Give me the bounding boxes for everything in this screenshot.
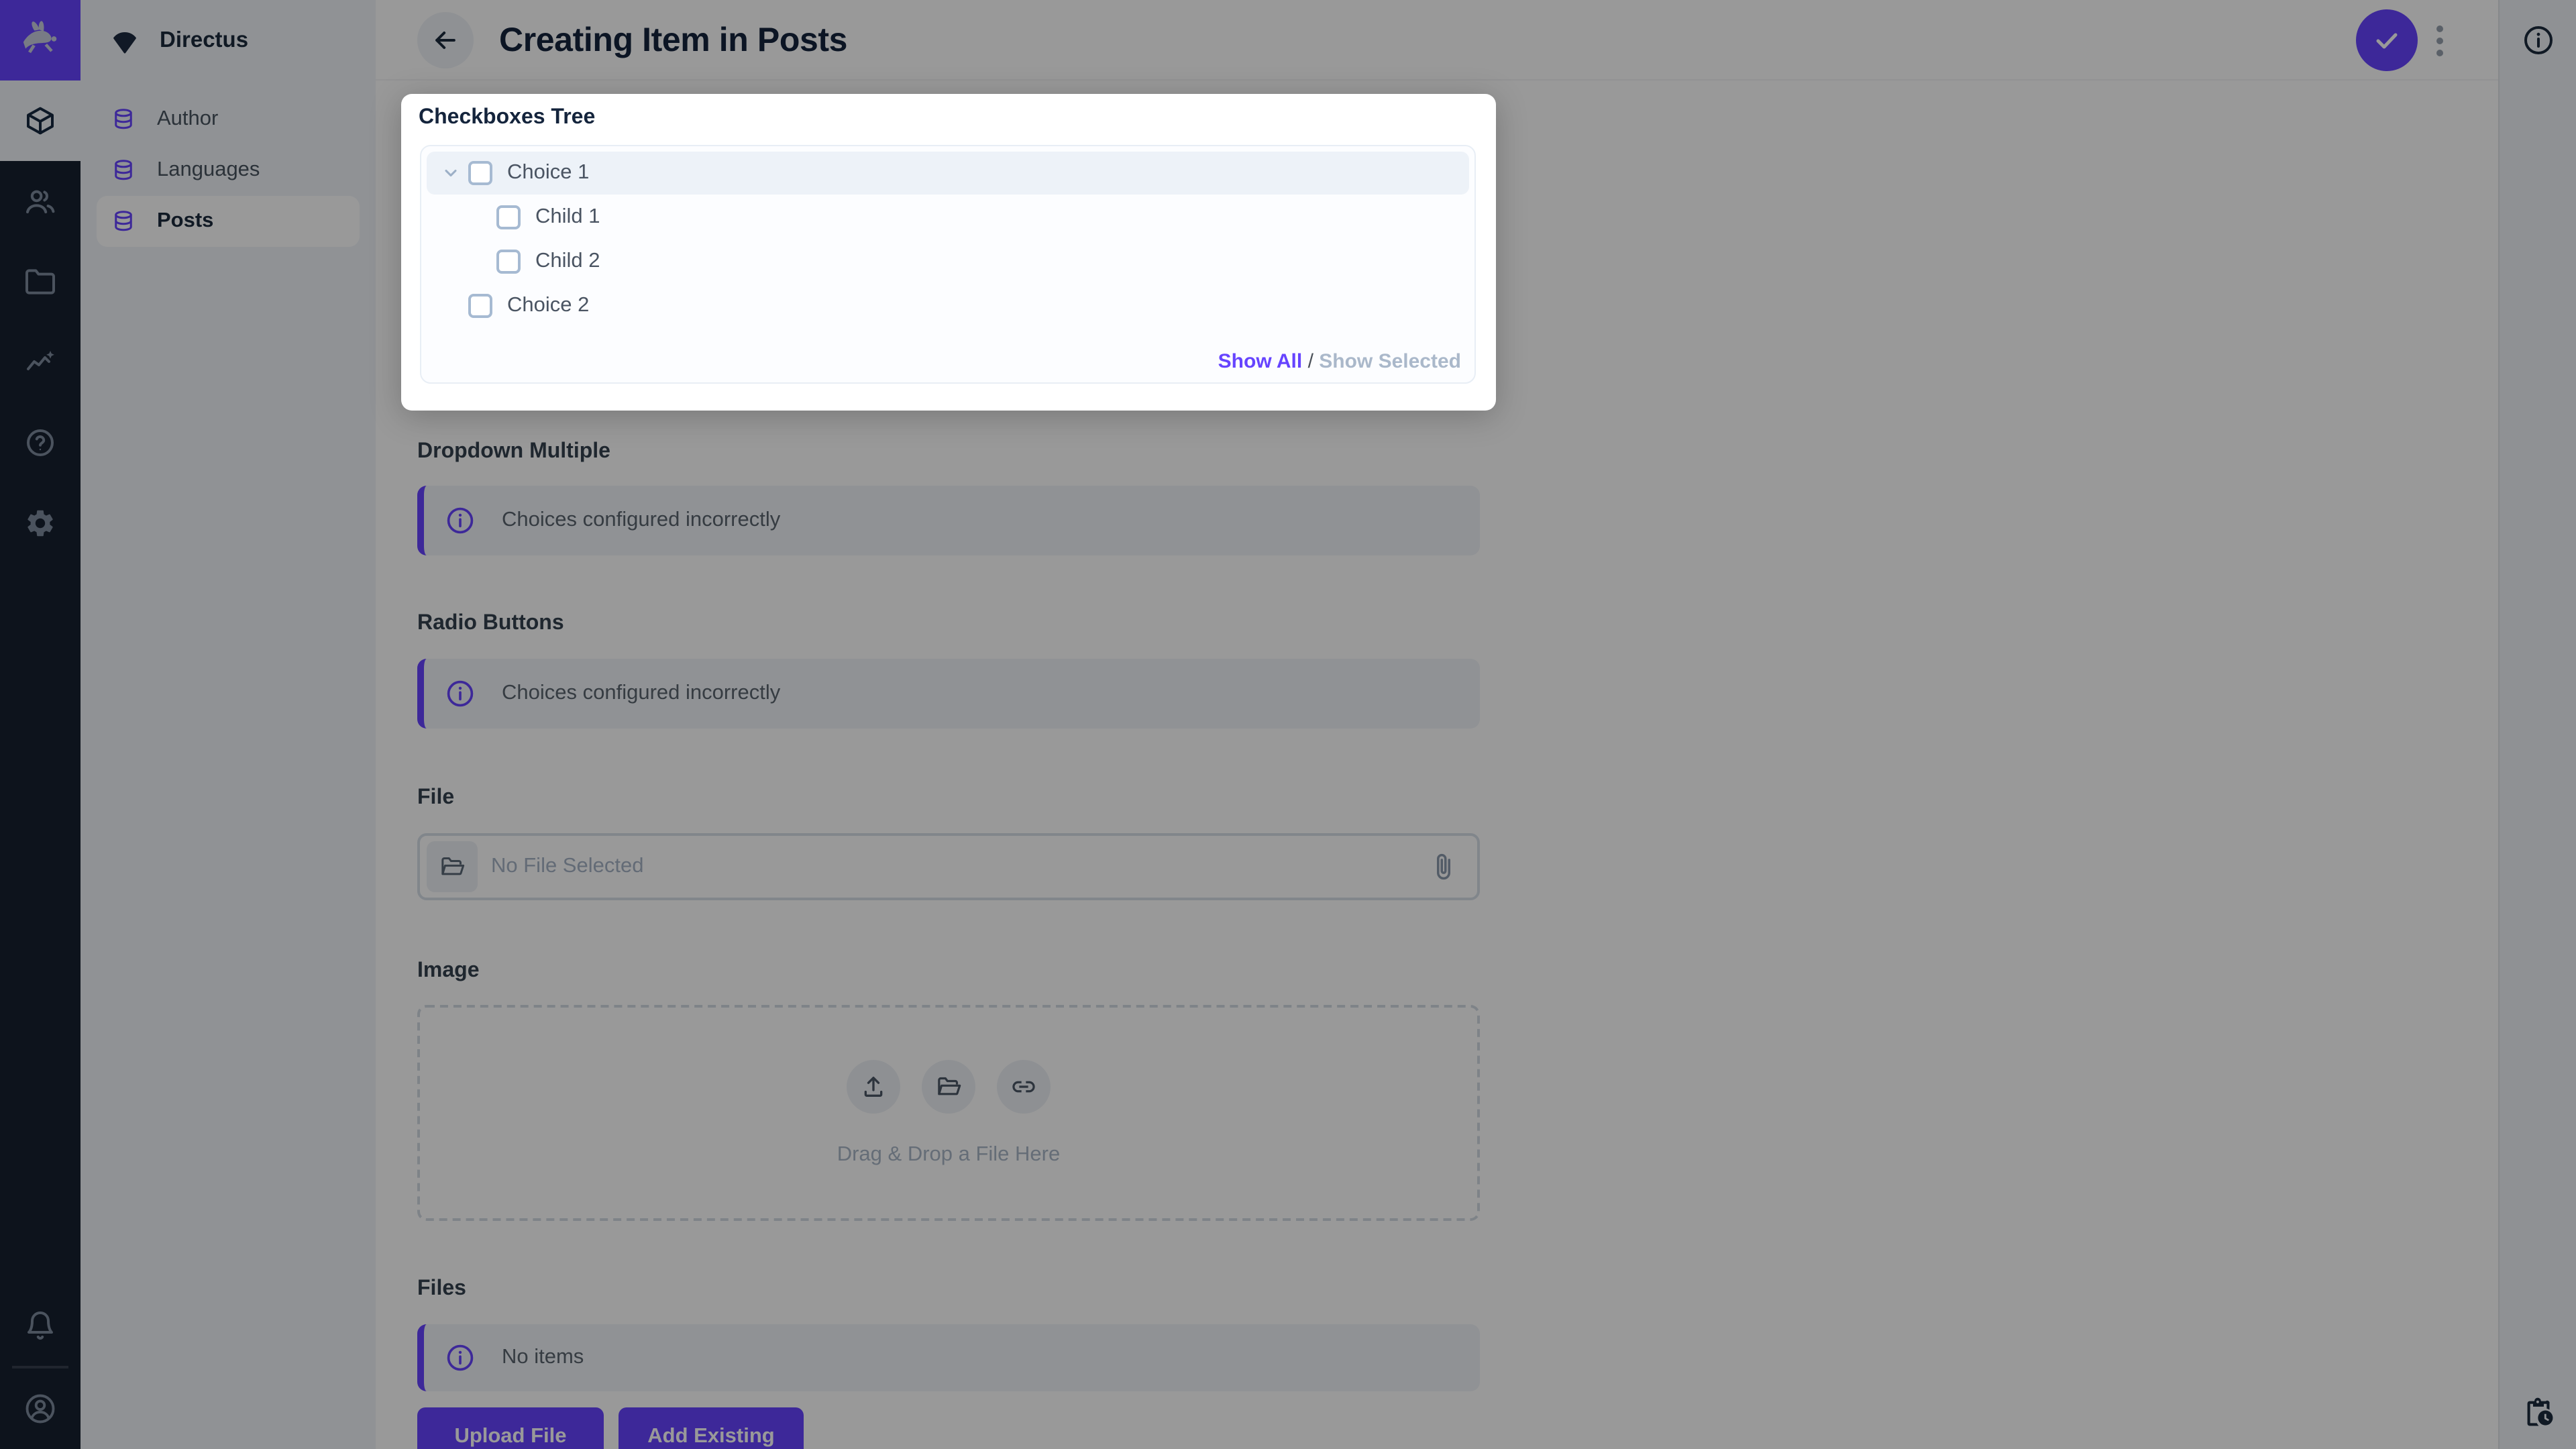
link-separator: / xyxy=(1308,350,1320,373)
directus-app: Directus Author Languages xyxy=(0,0,2576,1449)
tree-row-child-1[interactable]: Child 1 xyxy=(427,195,1469,239)
tree-row-choice-2[interactable]: Choice 2 xyxy=(427,283,1469,327)
show-all-link[interactable]: Show All xyxy=(1218,350,1303,373)
checkbox-child-2[interactable] xyxy=(496,249,521,273)
tree-footer-links: Show All / Show Selected xyxy=(1218,350,1461,373)
tree-label: Choice 2 xyxy=(507,293,589,317)
show-selected-link[interactable]: Show Selected xyxy=(1319,350,1461,373)
tree-label: Child 1 xyxy=(535,205,600,229)
checkbox-choice-2[interactable] xyxy=(468,293,492,317)
checkboxes-tree-popover: Checkboxes Tree Choice 1 Child 1 Child 2 xyxy=(401,94,1496,411)
chevron-placeholder xyxy=(441,296,460,315)
chevron-down-icon[interactable] xyxy=(441,164,460,182)
checkbox-child-1[interactable] xyxy=(496,205,521,229)
tree-label: Child 2 xyxy=(535,249,600,273)
popover-title: Checkboxes Tree xyxy=(419,106,595,130)
checkbox-choice-1[interactable] xyxy=(468,161,492,185)
checkboxes-tree-input: Choice 1 Child 1 Child 2 Choice 2 Show A… xyxy=(420,145,1476,384)
tree-row-child-2[interactable]: Child 2 xyxy=(427,239,1469,283)
tree-label: Choice 1 xyxy=(507,161,589,185)
tree-row-choice-1[interactable]: Choice 1 xyxy=(427,152,1469,195)
